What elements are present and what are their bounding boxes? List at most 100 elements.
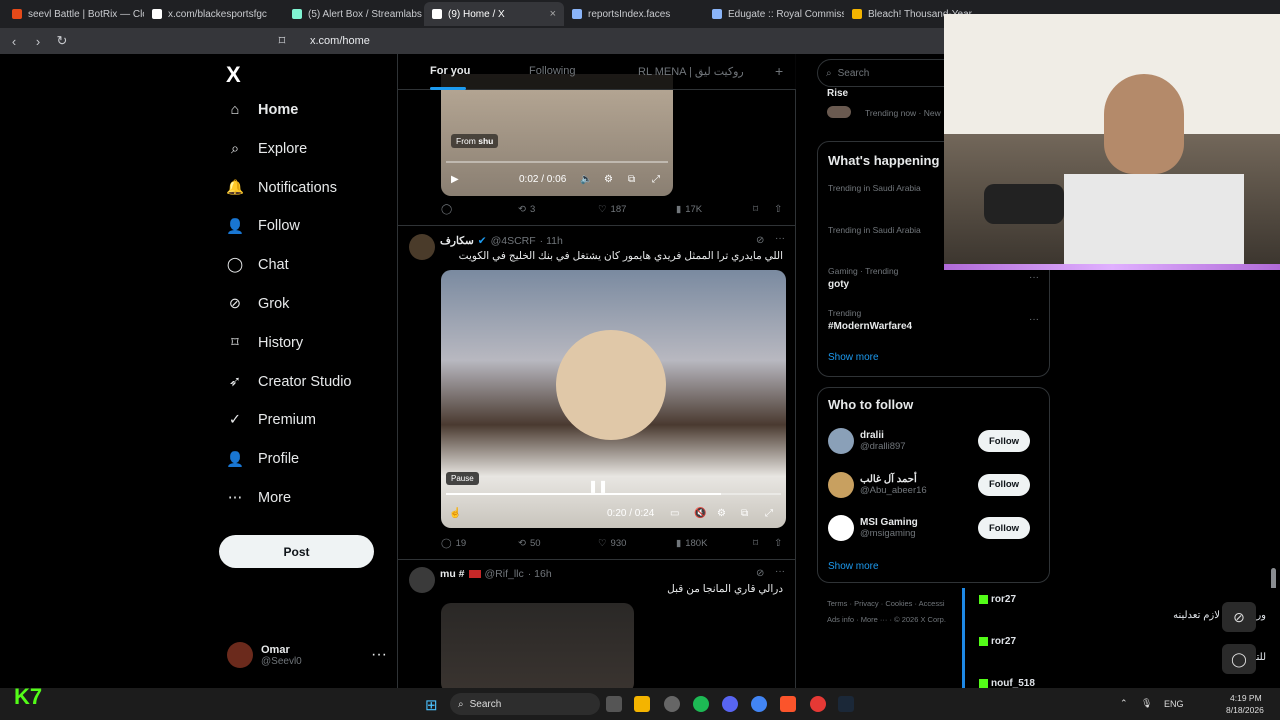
post3-media[interactable] bbox=[441, 603, 634, 688]
nav-item-premium[interactable]: ✓ Premium bbox=[226, 411, 316, 429]
follow-button[interactable]: Follow bbox=[978, 473, 1030, 496]
share-icon[interactable]: ⇧ bbox=[774, 538, 782, 549]
post2-author[interactable]: سكارف bbox=[440, 235, 474, 247]
tab-rl-mena[interactable]: RL MENA | روكيت ليق bbox=[638, 65, 744, 78]
reload-icon[interactable]: ↻ bbox=[54, 33, 70, 49]
forward-icon[interactable]: › bbox=[30, 34, 46, 49]
pause-icon[interactable]: ❚❚ bbox=[588, 479, 608, 493]
footer-links[interactable]: Terms · Privacy · Cookies · Accessi bbox=[827, 599, 945, 608]
language-indicator[interactable]: ENG bbox=[1164, 699, 1184, 709]
more-dots-icon[interactable]: ··· bbox=[775, 233, 785, 244]
nav-item-history[interactable]: ⌑ History bbox=[226, 334, 303, 352]
who-to-follow-item[interactable]: dralii @dralli897 Follow bbox=[828, 428, 1040, 454]
nav-item-notifications[interactable]: 🔔 Notifications bbox=[226, 179, 337, 197]
steam-icon[interactable] bbox=[838, 696, 854, 712]
reply-button[interactable]: ◯ 19 bbox=[441, 538, 466, 549]
windows-start-icon[interactable]: ⊞ bbox=[425, 696, 438, 714]
nav-item-follow[interactable]: 👤 Follow bbox=[226, 217, 300, 235]
pip-icon[interactable]: ⧉ bbox=[628, 174, 635, 185]
share-icon[interactable]: ⇧ bbox=[774, 204, 782, 215]
add-tab-icon[interactable]: + bbox=[775, 63, 783, 79]
views-button[interactable]: ▮ 180K bbox=[676, 538, 707, 549]
fullscreen-icon[interactable]: ⤢ bbox=[765, 508, 773, 519]
task-view-icon[interactable] bbox=[606, 696, 622, 712]
browser-tab[interactable]: seevl Battle | BotRix — Cloud bbox=[4, 2, 144, 26]
fullscreen-icon[interactable]: ⤢ bbox=[652, 174, 660, 185]
grok-icon[interactable]: ⊘ bbox=[756, 235, 764, 246]
reply-icon[interactable]: ◯ bbox=[441, 204, 452, 215]
url-field[interactable]: x.com/home bbox=[310, 35, 370, 47]
repost-button[interactable]: ⟲ 3 bbox=[518, 204, 535, 215]
tray-chevron-icon[interactable]: ⌃ bbox=[1120, 698, 1128, 709]
post3-author[interactable]: mu # bbox=[440, 568, 465, 580]
brave-icon[interactable] bbox=[780, 696, 796, 712]
account-switcher[interactable]: Omar @Seevl0 ··· bbox=[227, 642, 387, 668]
volume-icon[interactable]: 🔈 bbox=[580, 174, 592, 185]
post2-video[interactable]: Pause ❚❚ 0:20 / 0:24 ▭ 🔇 ⚙ ⧉ ⤢ ☝ bbox=[441, 270, 786, 528]
grok-icon[interactable]: ⊘ bbox=[756, 568, 764, 579]
pip-icon[interactable]: ⧉ bbox=[741, 508, 748, 519]
progress-track[interactable] bbox=[446, 161, 668, 163]
github-icon[interactable] bbox=[664, 696, 680, 712]
tab-following[interactable]: Following bbox=[529, 65, 575, 77]
more-dots-icon[interactable]: ··· bbox=[775, 566, 785, 577]
bookmark-page-icon[interactable]: ⌑ bbox=[274, 33, 290, 49]
nav-item-home[interactable]: ⌂ Home bbox=[226, 101, 299, 119]
browser-tab[interactable]: (5) Alert Box / Streamlabs bbox=[284, 2, 424, 26]
trend-name[interactable]: #ModernWarfare4 bbox=[828, 321, 912, 332]
follow-button[interactable]: Follow bbox=[978, 517, 1030, 539]
like-button[interactable]: ♡ 187 bbox=[598, 204, 626, 215]
captions-icon[interactable]: ▭ bbox=[670, 508, 679, 519]
more-dots-icon[interactable]: ··· bbox=[371, 646, 387, 664]
nav-item-explore[interactable]: ⌕ Explore bbox=[226, 140, 307, 158]
nav-item-profile[interactable]: 👤 Profile bbox=[226, 450, 299, 468]
show-more-link[interactable]: Show more bbox=[828, 352, 879, 363]
nav-item-chat[interactable]: ◯ Chat bbox=[226, 256, 289, 274]
who-to-follow-item[interactable]: MSI Gaming @msigaming Follow bbox=[828, 515, 1040, 541]
x-logo[interactable]: X bbox=[226, 62, 241, 88]
more-dots-icon[interactable]: ··· bbox=[1029, 272, 1039, 283]
mute-icon[interactable]: 🔇 bbox=[694, 508, 706, 519]
settings-icon[interactable]: ⚙ bbox=[604, 174, 613, 185]
spotify-icon[interactable] bbox=[693, 696, 709, 712]
file-explorer-icon[interactable] bbox=[634, 696, 650, 712]
clock-time[interactable]: 4:19 PM bbox=[1230, 693, 1262, 703]
views-button[interactable]: ▮ 17K bbox=[676, 204, 702, 215]
post2-avatar[interactable] bbox=[409, 234, 435, 260]
more-dots-icon[interactable]: ··· bbox=[1029, 314, 1039, 325]
chrome-icon[interactable] bbox=[751, 696, 767, 712]
rise-title[interactable]: Rise bbox=[827, 88, 848, 99]
footer-links-2[interactable]: Ads info · More ··· · © 2026 X Corp. bbox=[827, 615, 946, 624]
nav-item-more[interactable]: ⋯ More bbox=[226, 489, 291, 507]
chat-icon[interactable]: ◯ bbox=[1222, 644, 1256, 674]
grok-icon[interactable]: ⊘ bbox=[1222, 602, 1256, 632]
like-button[interactable]: ♡ 930 bbox=[598, 538, 626, 549]
post3-time[interactable]: · 16h bbox=[528, 568, 552, 580]
clock-date[interactable]: 8/18/2026 bbox=[1226, 705, 1264, 715]
settings-icon[interactable]: ⚙ bbox=[717, 508, 726, 519]
close-tab-icon[interactable]: × bbox=[550, 8, 556, 20]
bookmark-icon[interactable]: ⌑ bbox=[753, 538, 758, 549]
discord-icon[interactable] bbox=[722, 696, 738, 712]
tab-for-you[interactable]: For you bbox=[430, 65, 470, 77]
mic-icon[interactable]: 🎙 bbox=[1141, 698, 1152, 709]
browser-tab[interactable]: Edugate :: Royal Commission bbox=[704, 2, 844, 26]
scrollbar-thumb[interactable] bbox=[1271, 568, 1276, 590]
repost-button[interactable]: ⟲ 50 bbox=[518, 538, 541, 549]
who-to-follow-item[interactable]: أحمد آل غالب @Abu_abeer16 Follow bbox=[828, 471, 1040, 498]
nav-item-grok[interactable]: ⊘ Grok bbox=[226, 295, 290, 313]
post3-handle[interactable]: @Rif_llc bbox=[485, 568, 524, 580]
show-more-link[interactable]: Show more bbox=[828, 561, 879, 572]
browser-tab[interactable]: x.com/blackesportsfgc bbox=[144, 2, 284, 26]
back-icon[interactable]: ‹ bbox=[6, 34, 22, 49]
post1-video[interactable]: From shu ▶ 0:02 / 0:06 🔈 ⚙ ⧉ ⤢ bbox=[441, 74, 673, 196]
trend-name[interactable]: goty bbox=[828, 279, 849, 290]
post3-avatar[interactable] bbox=[409, 567, 435, 593]
play-icon[interactable]: ▶ bbox=[451, 174, 459, 185]
taskbar-search[interactable]: ⌕ Search bbox=[450, 693, 600, 715]
post-button[interactable]: Post bbox=[219, 535, 374, 568]
obs-icon[interactable] bbox=[810, 696, 826, 712]
post2-time[interactable]: · 11h bbox=[540, 235, 563, 247]
bookmark-icon[interactable]: ⌑ bbox=[753, 204, 758, 215]
nav-item-creator-studio[interactable]: ➶ Creator Studio bbox=[226, 373, 352, 391]
